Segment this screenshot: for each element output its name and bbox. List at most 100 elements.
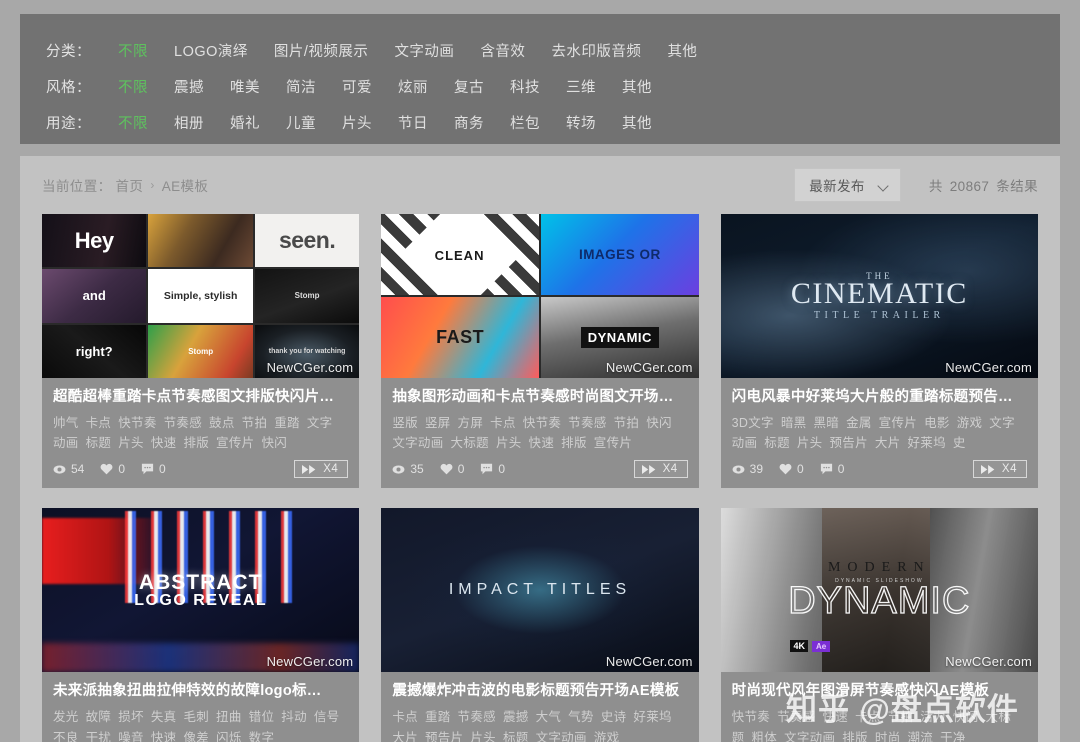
tag[interactable]: 卡点 xyxy=(392,707,418,727)
tag[interactable]: 大片 xyxy=(875,433,901,451)
tag[interactable]: 快闪 xyxy=(261,433,287,451)
tag[interactable]: 节奏感 xyxy=(458,707,496,727)
tag[interactable]: 重踏 xyxy=(425,707,451,727)
tag[interactable]: 竖屏 xyxy=(425,413,451,433)
tag[interactable]: 错位 xyxy=(249,707,275,727)
filter-option-usage-8[interactable]: 转场 xyxy=(566,112,596,133)
card-thumbnail[interactable]: Hey seen. and Simple, stylish Stomp righ… xyxy=(42,214,360,378)
tag[interactable]: 快速 xyxy=(529,433,555,451)
tag[interactable]: 失真 xyxy=(151,707,177,727)
filter-option-style-7[interactable]: 科技 xyxy=(510,76,540,97)
tag[interactable]: 竖版 xyxy=(392,413,418,433)
tag[interactable]: 文字 xyxy=(989,413,1015,433)
filter-option-category-4[interactable]: 含音效 xyxy=(480,40,525,61)
tag[interactable]: 片头 xyxy=(118,433,144,451)
tag[interactable]: 数字 xyxy=(249,728,275,742)
tag[interactable]: 大片 xyxy=(392,728,418,742)
tag[interactable]: 卡点 xyxy=(86,413,112,433)
tag[interactable]: 信号 xyxy=(314,707,340,727)
card-thumbnail[interactable]: CLEAN IMAGES OR FAST DYNAMIC NewCGer.com xyxy=(381,214,699,378)
tag[interactable]: 预告片 xyxy=(829,433,867,451)
tag[interactable]: 卡点 xyxy=(490,413,516,433)
filter-option-category-6[interactable]: 其他 xyxy=(667,40,697,61)
tag[interactable]: 快节奏 xyxy=(523,413,561,433)
tag[interactable]: 排版 xyxy=(842,728,868,742)
tag[interactable]: 史诗 xyxy=(601,707,627,727)
tag[interactable]: 片头 xyxy=(496,433,522,451)
tag[interactable]: 大标 xyxy=(986,707,1012,727)
card-thumbnail[interactable]: IMPACT TITLES NewCGer.com xyxy=(381,508,699,673)
tag[interactable]: 不良 xyxy=(53,728,79,742)
filter-option-category-2[interactable]: 图片/视频展示 xyxy=(274,40,369,61)
tag[interactable]: 标题 xyxy=(764,433,790,451)
filter-option-category-3[interactable]: 文字动画 xyxy=(394,40,454,61)
tag[interactable]: 潮流 xyxy=(908,728,934,742)
tag[interactable]: 像差 xyxy=(183,728,209,742)
tag[interactable]: 游戏 xyxy=(594,728,620,742)
tag[interactable]: 3D文字 xyxy=(732,413,774,433)
tag[interactable]: 宣传片 xyxy=(594,433,632,451)
card-thumbnail[interactable]: MODERN DYNAMIC SLIDESHOW DYNAMIC 4K Ae N… xyxy=(720,508,1038,673)
tag[interactable]: 活力 xyxy=(920,707,946,727)
tag[interactable]: 损坏 xyxy=(118,707,144,727)
filter-option-usage-7[interactable]: 栏包 xyxy=(510,112,540,133)
tag[interactable]: 预告片 xyxy=(425,728,463,742)
tag[interactable]: 节奏感 xyxy=(568,413,606,433)
tag[interactable]: 游戏 xyxy=(957,413,983,433)
tag[interactable]: 噪音 xyxy=(118,728,144,742)
tag[interactable]: 节拍 xyxy=(888,707,914,727)
tag[interactable]: 标题 xyxy=(503,728,529,742)
tag[interactable]: 史 xyxy=(953,433,966,451)
filter-option-style-8[interactable]: 三维 xyxy=(566,76,596,97)
tag[interactable]: 鼓点 xyxy=(209,413,235,433)
tag[interactable]: 干扰 xyxy=(86,728,112,742)
tag[interactable]: 黑暗 xyxy=(813,413,839,433)
tag[interactable]: 文字动画 xyxy=(784,728,835,742)
tag[interactable]: 快节奏 xyxy=(732,707,770,727)
tag[interactable]: 宣传片 xyxy=(216,433,254,451)
filter-option-usage-1[interactable]: 相册 xyxy=(174,112,204,133)
card-thumbnail[interactable]: ABSTRACT LOGO REVEAL NewCGer.com xyxy=(42,508,360,673)
filter-option-usage-3[interactable]: 儿童 xyxy=(286,112,316,133)
filter-option-style-4[interactable]: 可爱 xyxy=(342,76,372,97)
tag[interactable]: 时尚 xyxy=(875,728,901,742)
tag[interactable]: 标题 xyxy=(86,433,112,451)
filter-option-usage-6[interactable]: 商务 xyxy=(454,112,484,133)
template-card[interactable]: CLEAN IMAGES OR FAST DYNAMIC NewCGer.com… xyxy=(381,214,699,489)
tag[interactable]: 文字动画 xyxy=(536,728,587,742)
filter-option-usage-2[interactable]: 婚礼 xyxy=(230,112,260,133)
tag[interactable]: 节拍 xyxy=(614,413,640,433)
tag[interactable]: 毛刺 xyxy=(183,707,209,727)
tag[interactable]: 快闪 xyxy=(953,707,979,727)
tag[interactable]: 好莱坞 xyxy=(908,433,946,451)
card-thumbnail[interactable]: THE CINEMATIC TITLE TRAILER NewCGer.com xyxy=(720,214,1038,378)
tag[interactable]: 重踏 xyxy=(274,413,300,433)
tag[interactable]: 节奏感 xyxy=(777,707,815,727)
tag[interactable]: 快速 xyxy=(151,728,177,742)
tag[interactable]: 闪烁 xyxy=(216,728,242,742)
tag[interactable]: 卡点 xyxy=(855,707,881,727)
template-card[interactable]: ABSTRACT LOGO REVEAL NewCGer.com 未来派抽象扭曲… xyxy=(42,508,360,742)
tag[interactable]: 宣传片 xyxy=(879,413,917,433)
tag[interactable]: 快闪 xyxy=(646,413,672,433)
tag[interactable]: 动画 xyxy=(53,433,79,451)
tag[interactable]: 大标题 xyxy=(451,433,489,451)
tag[interactable]: 故障 xyxy=(86,707,112,727)
tag[interactable]: 气势 xyxy=(568,707,594,727)
filter-option-style-6[interactable]: 复古 xyxy=(454,76,484,97)
filter-option-style-5[interactable]: 炫丽 xyxy=(398,76,428,97)
tag[interactable]: 文字 xyxy=(307,413,333,433)
tag[interactable]: 片头 xyxy=(470,728,496,742)
filter-option-style-2[interactable]: 唯美 xyxy=(230,76,260,97)
tag[interactable]: 节拍 xyxy=(242,413,268,433)
tag[interactable]: 方屏 xyxy=(458,413,484,433)
sort-dropdown[interactable]: 最新发布 xyxy=(794,168,901,202)
tag[interactable]: 粗体 xyxy=(751,728,777,742)
filter-option-category-0[interactable]: 不限 xyxy=(118,40,148,61)
template-card[interactable]: THE CINEMATIC TITLE TRAILER NewCGer.com … xyxy=(720,214,1038,489)
tag[interactable]: 好莱坞 xyxy=(633,707,671,727)
tag[interactable]: 帅气 xyxy=(53,413,79,433)
filter-option-usage-5[interactable]: 节日 xyxy=(398,112,428,133)
tag[interactable]: 排版 xyxy=(183,433,209,451)
filter-option-style-1[interactable]: 震撼 xyxy=(174,76,204,97)
